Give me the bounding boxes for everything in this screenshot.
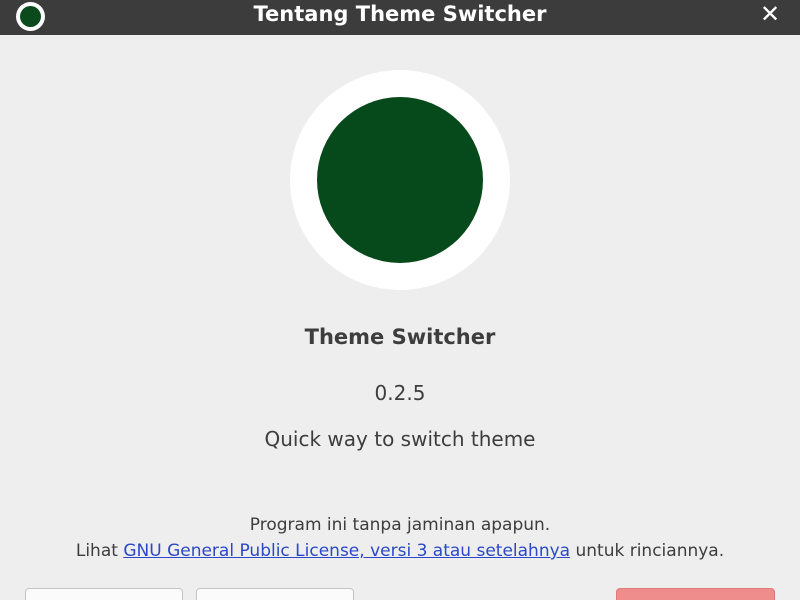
app-logo	[290, 70, 510, 290]
license-suffix: untuk rinciannya.	[570, 541, 725, 561]
license-notice: Lihat GNU General Public License, versi …	[0, 541, 800, 561]
window-title: Tentang Theme Switcher	[253, 2, 547, 26]
titlebar: Tentang Theme Switcher ✕	[0, 0, 800, 35]
license-disclaimer: Program ini tanpa jaminan apapun.	[249, 515, 551, 535]
app-description: Quick way to switch theme	[264, 427, 536, 451]
about-dialog: Tentang Theme Switcher ✕ Theme Switcher …	[0, 0, 800, 600]
close-button[interactable]	[616, 588, 775, 600]
app-logo-icon	[317, 97, 483, 263]
license-link[interactable]: GNU General Public License, versi 3 atau…	[123, 541, 570, 561]
license-prefix: Lihat	[75, 541, 124, 561]
license-button[interactable]	[196, 588, 354, 600]
credits-button[interactable]	[25, 588, 183, 600]
app-name: Theme Switcher	[304, 325, 496, 349]
close-icon[interactable]: ✕	[755, 0, 785, 28]
app-version: 0.2.5	[374, 381, 426, 405]
